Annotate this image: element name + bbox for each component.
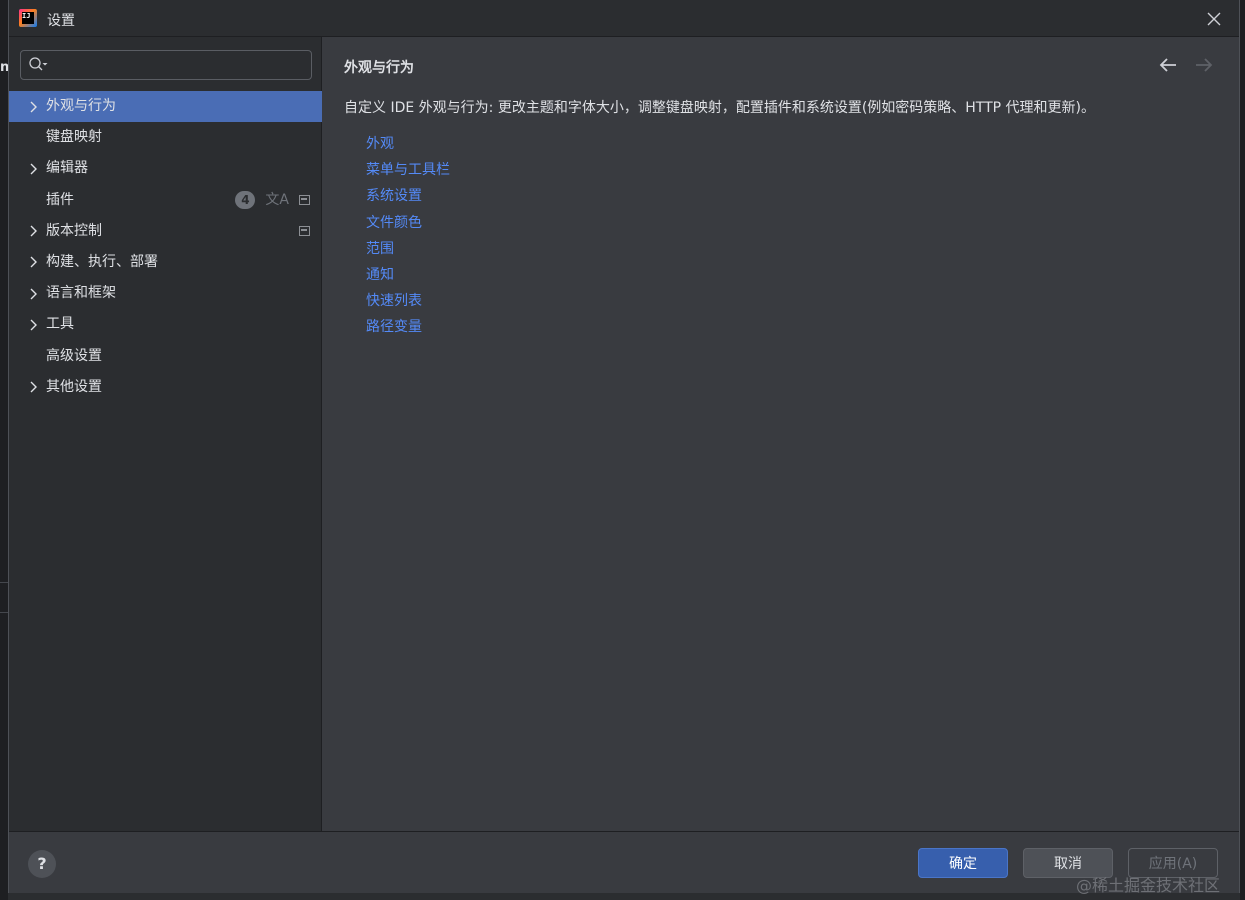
sidebar-item-tools[interactable]: 工具 [9,309,322,340]
intellij-idea-icon [19,9,37,27]
chevron-right-icon[interactable] [27,91,39,122]
sidebar-item-languages-frameworks[interactable]: 语言和框架 [9,278,322,309]
dialog-title: 设置 [47,13,75,29]
link-appearance[interactable]: 外观 [366,131,450,157]
sidebar-item-editor[interactable]: 编辑器 [9,153,322,184]
ide-background-left [0,0,8,900]
link-file-colors[interactable]: 文件颜色 [366,210,450,236]
ide-background-right [1240,0,1245,900]
close-button[interactable] [1203,8,1225,30]
page-description: 自定义 IDE 外观与行为: 更改主题和字体大小，调整键盘映射，配置插件和系统设… [344,100,1096,116]
ide-background-divider [0,582,8,583]
settings-tree: 外观与行为 键盘映射 编辑器 插件 4 文A 版本控制 构建、执行、部署 语言和… [9,91,322,403]
sidebar-item-build-execution-deployment[interactable]: 构建、执行、部署 [9,247,322,278]
arrow-right-icon [1196,58,1213,72]
project-settings-icon [299,195,310,206]
page-title: 外观与行为 [344,60,414,76]
translate-icon: 文A [265,192,289,209]
project-settings-icon [299,226,310,237]
help-button[interactable]: ? [28,850,56,878]
sidebar-item-keymap[interactable]: 键盘映射 [9,122,322,153]
sidebar-item-label: 语言和框架 [46,285,116,302]
forward-button[interactable] [1193,54,1215,76]
link-scopes[interactable]: 范围 [366,236,450,262]
chevron-right-icon[interactable] [27,309,39,340]
watermark: @稀土掘金技术社区 [1076,876,1221,895]
chevron-right-icon[interactable] [27,153,39,184]
chevron-right-icon[interactable] [27,247,39,278]
link-notifications[interactable]: 通知 [366,262,450,288]
sidebar-item-appearance-behavior[interactable]: 外观与行为 [9,91,322,123]
chevron-right-icon[interactable] [27,372,39,403]
dialog-footer: ? 确定 取消 应用(A) [9,831,1239,893]
sidebar-item-label: 构建、执行、部署 [46,253,158,270]
sidebar-item-label: 高级设置 [46,347,102,364]
search-icon [29,57,48,71]
link-path-variables[interactable]: 路径变量 [366,314,450,340]
sidebar-item-label: 其他设置 [46,378,102,395]
close-icon [1207,12,1221,26]
sidebar-item-label: 工具 [46,316,74,333]
sidebar-item-label: 外观与行为 [46,98,116,114]
chevron-right-icon[interactable] [27,216,39,247]
sidebar-item-other-settings[interactable]: 其他设置 [9,372,322,403]
subpage-links: 外观 菜单与工具栏 系统设置 文件颜色 范围 通知 快速列表 路径变量 [366,131,450,341]
settings-content: 外观与行为 自定义 IDE 外观与行为: 更改主题和字体大小，调整键盘映射，配置… [323,37,1239,831]
title-bar[interactable]: 设置 [9,0,1239,37]
ide-background-divider [0,612,8,613]
sidebar-item-label: 插件 [46,191,74,208]
back-button[interactable] [1157,54,1179,76]
search-input[interactable] [53,53,303,77]
sidebar-item-label: 版本控制 [46,222,102,239]
sidebar-item-version-control[interactable]: 版本控制 [9,216,322,247]
sidebar-item-advanced-settings[interactable]: 高级设置 [9,341,322,372]
ok-button[interactable]: 确定 [918,848,1008,878]
search-box[interactable] [20,50,312,80]
updates-count-badge: 4 [235,191,256,210]
chevron-right-icon[interactable] [27,278,39,309]
link-quick-lists[interactable]: 快速列表 [366,288,450,314]
sidebar-item-label: 键盘映射 [46,129,102,146]
sidebar-item-label: 编辑器 [46,160,88,177]
link-system-settings[interactable]: 系统设置 [366,183,450,209]
link-menus-toolbars[interactable]: 菜单与工具栏 [366,157,450,183]
settings-sidebar: 外观与行为 键盘映射 编辑器 插件 4 文A 版本控制 构建、执行、部署 语言和… [9,37,322,831]
arrow-left-icon [1159,58,1176,72]
settings-dialog: 设置 外观与行为 键盘映射 [8,0,1240,893]
sidebar-item-plugins[interactable]: 插件 4 文A [9,185,322,216]
